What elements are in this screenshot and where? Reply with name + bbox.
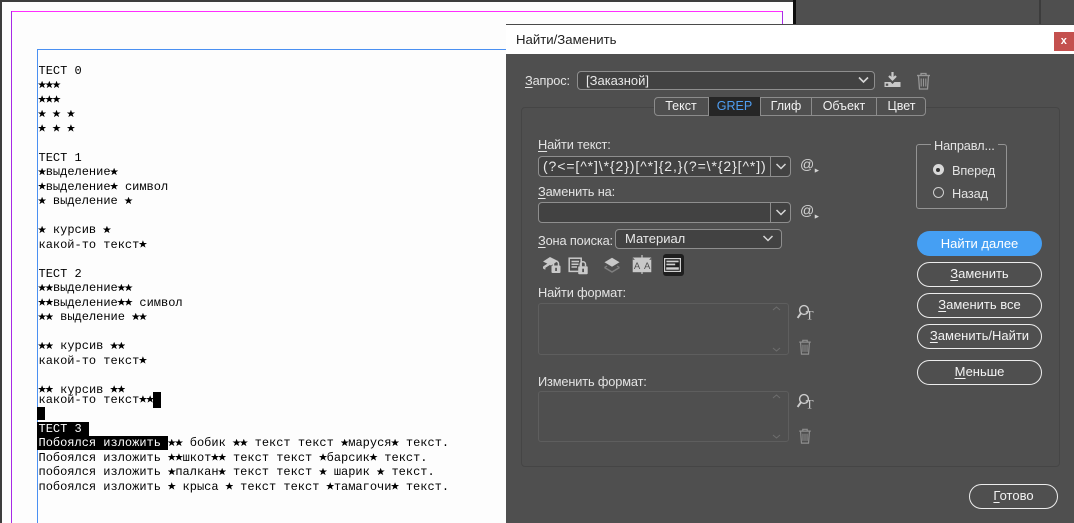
svg-text:A: A [634,261,641,272]
svg-text:T: T [806,307,814,322]
svg-text:T: T [806,396,814,411]
svg-text:A: A [644,261,651,272]
